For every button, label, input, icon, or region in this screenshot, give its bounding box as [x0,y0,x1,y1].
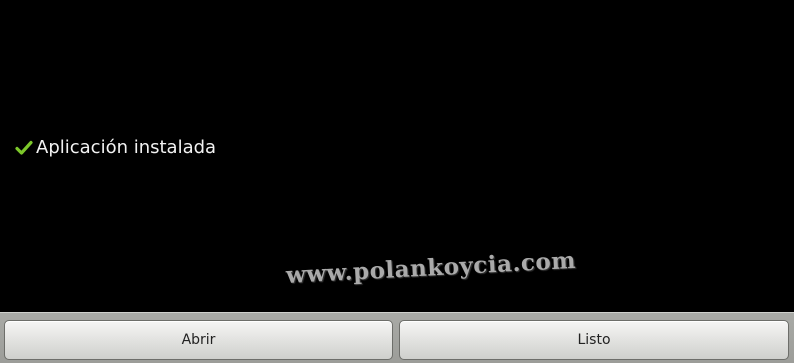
done-button-label: Listo [577,332,611,348]
button-bar: Abrir Listo [0,312,794,363]
watermark-text: www.polankoycia.com [285,246,577,289]
install-status-text: Aplicación instalada [36,137,217,158]
open-button[interactable]: Abrir [4,320,393,360]
open-button-label: Abrir [181,332,216,348]
done-button[interactable]: Listo [399,320,789,360]
checkmark-icon [15,140,33,155]
install-complete-screen: Aplicación instalada www.polankoycia.com… [0,0,794,363]
install-status: Aplicación instalada [15,135,216,161]
